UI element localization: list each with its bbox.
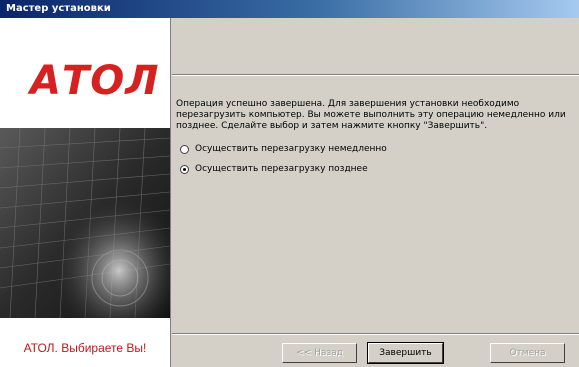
option-restart-now[interactable]: Осуществить перезагрузку немедленно (180, 144, 387, 154)
radio-button[interactable] (180, 144, 189, 154)
brand-slogan: АТОЛ. Выбираете Вы! (23, 341, 147, 355)
brand-panel: АТОЛ АТОЛ. Выбираете Вы! (0, 18, 171, 367)
header-divider (172, 74, 579, 76)
finish-button[interactable]: Завершить (367, 342, 444, 364)
option-restart-later[interactable]: Осуществить перезагрузку позднее (180, 164, 368, 174)
window-title: Мастер установки (0, 0, 579, 18)
option-label: Осуществить перезагрузку позднее (195, 164, 368, 174)
option-label: Осуществить перезагрузку немедленно (195, 144, 387, 154)
radio-button-selected[interactable] (180, 164, 189, 174)
keyboard-artwork (0, 128, 170, 318)
footer-divider (172, 333, 579, 335)
atol-logo: АТОЛ (30, 58, 160, 104)
back-button[interactable]: << Назад (282, 343, 357, 363)
completion-message: Операция успешно завершена. Для завершен… (176, 99, 566, 131)
cancel-button[interactable]: Отмена (490, 343, 565, 363)
